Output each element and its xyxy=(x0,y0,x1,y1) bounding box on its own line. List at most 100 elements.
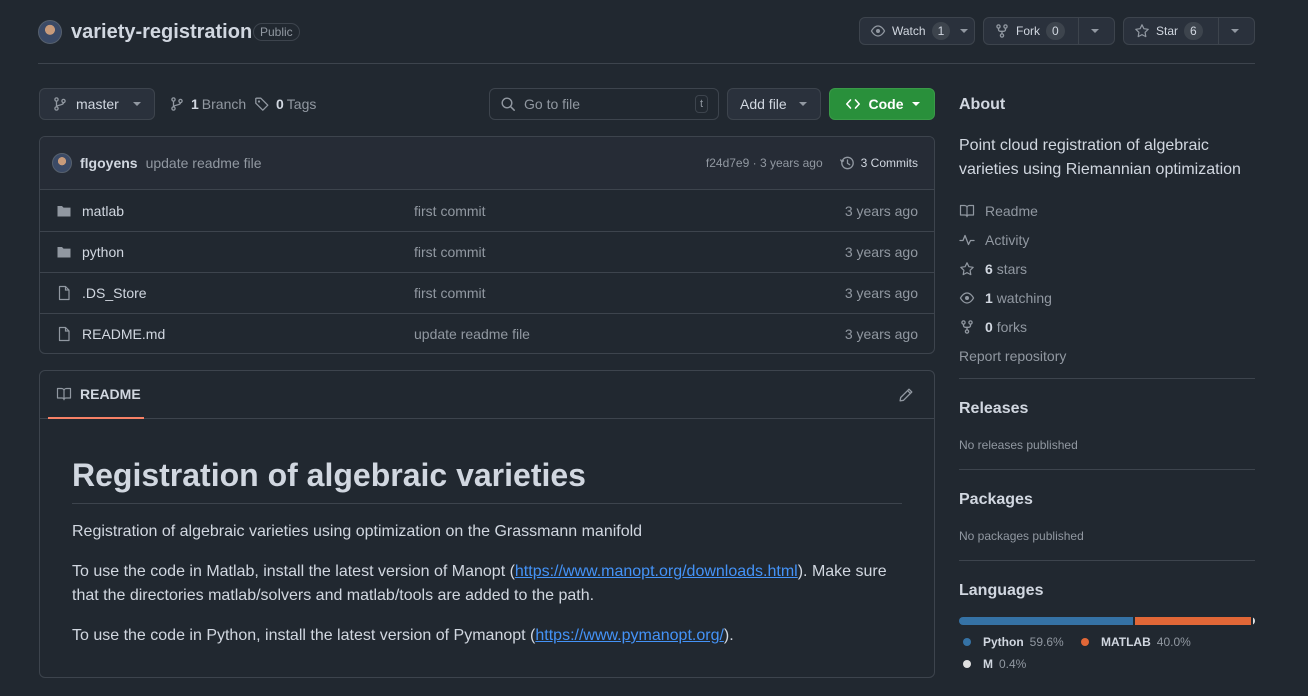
chevron-down-icon[interactable] xyxy=(960,29,969,33)
star-count: 6 xyxy=(1184,22,1203,40)
tab-readme-label: README xyxy=(80,386,141,402)
file-row[interactable]: python first commit 3 years ago xyxy=(40,231,934,272)
color-dot xyxy=(963,638,971,646)
branches-label: Branch xyxy=(201,96,247,112)
file-row[interactable]: README.md update readme file 3 years ago xyxy=(40,313,934,353)
divider xyxy=(959,560,1255,561)
repo-description: Point cloud registration of algebraic va… xyxy=(959,137,1241,178)
branch-select[interactable]: master xyxy=(39,88,155,120)
file-row[interactable]: matlab first commit 3 years ago xyxy=(40,190,934,231)
add-file-button[interactable]: Add file xyxy=(727,88,821,120)
releases-heading[interactable]: Releases xyxy=(959,400,1255,418)
divider xyxy=(959,469,1255,470)
add-file-label: Add file xyxy=(740,96,787,112)
about-section: About Point cloud registration of algebr… xyxy=(959,96,1255,370)
watching-count: 1 xyxy=(985,289,993,306)
commit-message[interactable]: update readme file xyxy=(146,155,262,171)
commits-count: 3 Commits xyxy=(860,156,918,170)
repo-name[interactable]: variety-registration xyxy=(71,21,252,44)
lang-name: M xyxy=(983,657,993,671)
owner-avatar[interactable] xyxy=(38,20,62,44)
fork-icon xyxy=(994,23,1010,39)
visibility-badge: Public xyxy=(253,23,300,41)
lang-legend-matlab[interactable]: MATLAB 40.0% xyxy=(1081,635,1191,649)
languages-bar xyxy=(959,617,1255,625)
report-repository-link[interactable]: Report repository xyxy=(959,341,1255,370)
readme-link-label: Readme xyxy=(985,202,1038,219)
tab-readme[interactable]: README xyxy=(48,371,144,419)
language-segment xyxy=(1134,617,1251,625)
tag-icon xyxy=(254,96,270,112)
languages-heading: Languages xyxy=(959,582,1044,599)
stars-link[interactable]: 6 stars xyxy=(959,254,1255,283)
watch-label: Watch xyxy=(892,24,926,38)
file-commit-message[interactable]: first commit xyxy=(414,285,845,301)
star-label: Star xyxy=(1156,24,1179,38)
fork-icon xyxy=(959,319,975,335)
watching-link[interactable]: 1 watching xyxy=(959,283,1255,312)
search-icon xyxy=(500,96,516,112)
packages-section: Packages No packages published xyxy=(959,491,1255,543)
file-commit-message[interactable]: update readme file xyxy=(414,326,845,342)
file-commit-message[interactable]: first commit xyxy=(414,244,845,260)
readme-link[interactable]: Readme xyxy=(959,196,1255,225)
color-dot xyxy=(1081,638,1089,646)
git-branch-icon xyxy=(52,96,68,112)
readme-panel: README Registration of algebraic varieti… xyxy=(39,370,935,678)
manopt-link[interactable]: https://www.manopt.org/downloads.html xyxy=(515,563,798,580)
readme-paragraph-1: Registration of algebraic varieties usin… xyxy=(72,523,643,540)
file-name: matlab xyxy=(82,202,125,219)
divider xyxy=(959,378,1255,379)
file-name-link[interactable]: python xyxy=(56,244,414,260)
watch-button[interactable]: Watch 1 xyxy=(859,17,975,45)
file-name-link[interactable]: README.md xyxy=(56,326,414,342)
file-icon xyxy=(56,285,72,301)
lang-percent: 40.0% xyxy=(1156,635,1191,649)
readme-paragraph-3: To use the code in Python, install the l… xyxy=(72,624,902,648)
file-age: 3 years ago xyxy=(844,285,918,301)
chevron-down-icon xyxy=(798,102,807,106)
commit-author[interactable]: flgoyens xyxy=(80,155,138,171)
file-name-link[interactable]: .DS_Store xyxy=(56,285,414,301)
tags-link[interactable]: 0 Tags xyxy=(254,96,316,112)
chevron-down-icon[interactable] xyxy=(1091,29,1099,33)
branches-link[interactable]: 1 Branch xyxy=(169,96,246,112)
shortcut-hint: t xyxy=(694,95,708,113)
branches-count: 1 xyxy=(191,96,199,112)
branch-name: master xyxy=(76,96,119,112)
commits-link[interactable]: 3 Commits xyxy=(839,155,918,171)
language-segment xyxy=(1253,617,1255,625)
chevron-down-icon[interactable] xyxy=(1231,29,1239,33)
file-name-link[interactable]: matlab xyxy=(56,203,414,219)
folder-icon xyxy=(56,203,72,219)
pencil-icon[interactable] xyxy=(898,387,914,403)
star-button[interactable]: Star 6 xyxy=(1123,17,1255,45)
color-dot xyxy=(963,660,971,668)
file-commit-message[interactable]: first commit xyxy=(414,203,845,219)
activity-link[interactable]: Activity xyxy=(959,225,1255,254)
tags-label: Tags xyxy=(286,96,317,112)
chevron-down-icon xyxy=(132,102,141,106)
forks-count: 0 xyxy=(985,318,993,335)
commit-sha-time[interactable]: f24d7e9 · 3 years ago xyxy=(706,156,823,170)
book-icon xyxy=(959,203,975,219)
packages-heading[interactable]: Packages xyxy=(959,491,1255,509)
pymanopt-link[interactable]: https://www.pymanopt.org/ xyxy=(535,627,724,644)
languages-section: Languages xyxy=(959,582,1255,600)
author-avatar[interactable] xyxy=(52,153,72,173)
lang-legend-m[interactable]: M 0.4% xyxy=(963,657,1026,671)
search-placeholder: Go to file xyxy=(524,96,581,112)
file-row[interactable]: .DS_Store first commit 3 years ago xyxy=(40,272,934,313)
forks-link[interactable]: 0 forks xyxy=(959,312,1255,341)
eye-icon xyxy=(959,290,975,306)
go-to-file-input[interactable]: Go to file t xyxy=(489,88,719,120)
readme-text: ). xyxy=(723,627,734,644)
file-name: python xyxy=(82,244,125,260)
lang-legend-python[interactable]: Python 59.6% xyxy=(963,635,1064,649)
fork-button[interactable]: Fork 0 xyxy=(983,17,1115,45)
activity-label: Activity xyxy=(985,231,1030,248)
releases-text: No releases published xyxy=(959,438,1078,452)
code-button[interactable]: Code xyxy=(829,88,935,120)
fork-count: 0 xyxy=(1046,22,1065,40)
stars-count: 6 xyxy=(985,260,993,277)
